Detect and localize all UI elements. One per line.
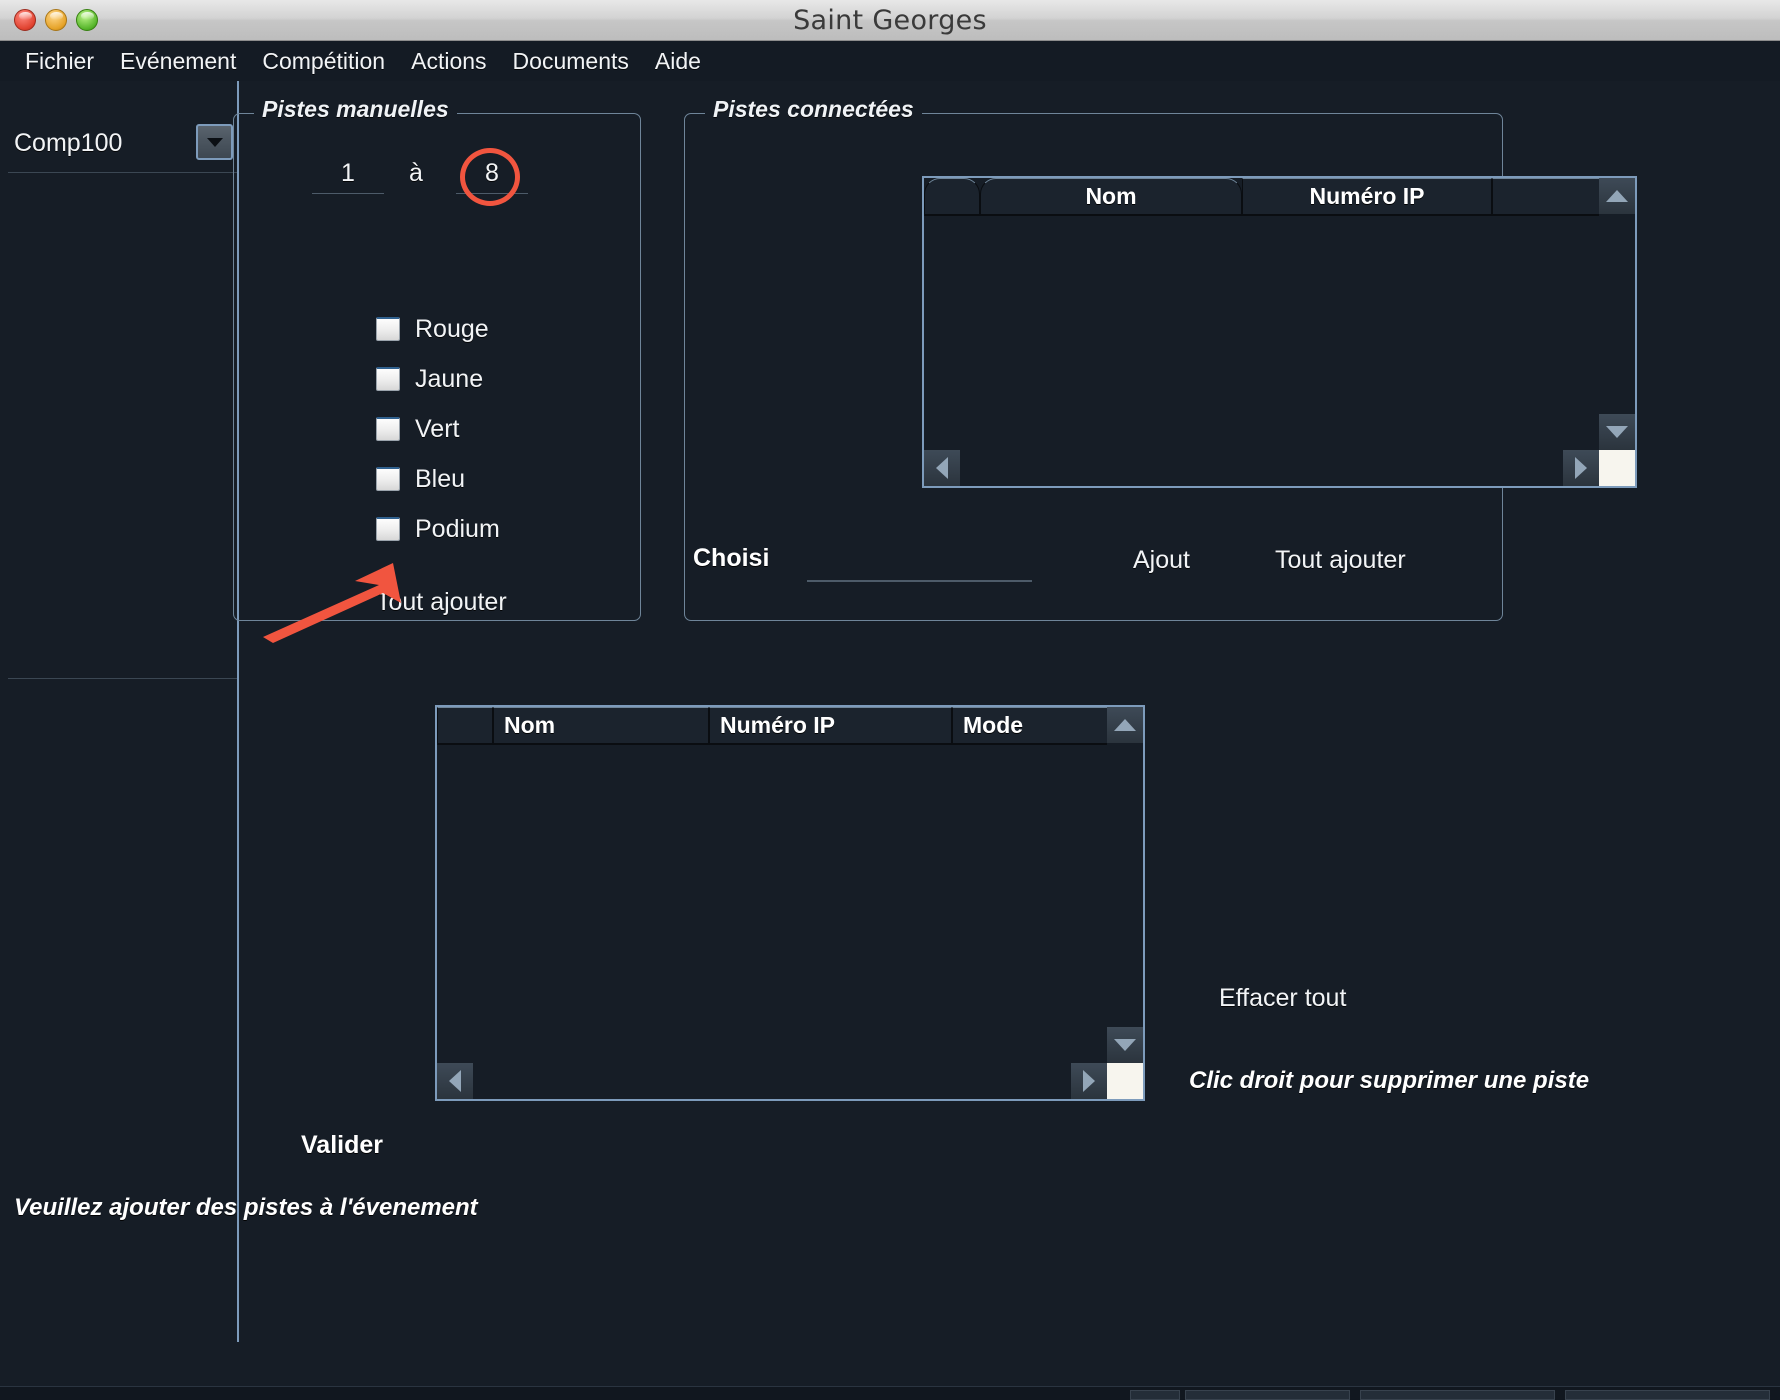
tracks-col-ip[interactable]: Numéro IP — [709, 707, 952, 744]
checkbox-row-bleu[interactable]: Bleu — [376, 454, 500, 504]
connected-table-body — [924, 216, 1635, 448]
strip-segment-1 — [1130, 1390, 1180, 1400]
checkbox-label-podium: Podium — [415, 514, 500, 543]
sidebar-divider-top — [8, 172, 237, 173]
range-to-input[interactable]: 8 — [456, 154, 528, 194]
connected-horizontal-scrollbar[interactable] — [924, 450, 1599, 486]
strip-segment-2 — [1185, 1390, 1350, 1400]
menu-item-actions[interactable]: Actions — [398, 41, 499, 81]
checkbox-label-jaune: Jaune — [415, 364, 484, 393]
menu-item-documents[interactable]: Documents — [500, 41, 642, 81]
menu-item-evenement[interactable]: Evénement — [107, 41, 249, 81]
connected-col-select[interactable] — [924, 178, 980, 215]
connected-vertical-scrollbar[interactable] — [1599, 178, 1635, 486]
checkbox-podium[interactable] — [376, 517, 400, 541]
scrollbar-corner — [1107, 1063, 1143, 1099]
checkbox-jaune[interactable] — [376, 367, 400, 391]
checkbox-row-podium[interactable]: Podium — [376, 504, 500, 554]
tracks-horizontal-scrollbar[interactable] — [437, 1063, 1107, 1099]
sidebar-divider-bottom — [8, 678, 237, 679]
tracks-table: Nom Numéro IP Mode — [435, 705, 1145, 1101]
tracks-table-header: Nom Numéro IP Mode — [437, 707, 1143, 745]
connected-tracks-table: Nom Numéro IP — [922, 176, 1637, 488]
menu-item-fichier[interactable]: Fichier — [12, 41, 107, 81]
manual-add-all-button[interactable]: Tout ajouter — [376, 588, 507, 617]
manual-tracks-range: 1 à 8 — [234, 154, 642, 214]
connected-table-header: Nom Numéro IP — [924, 178, 1635, 216]
menu-bar: Fichier Evénement Compétition Actions Do… — [0, 41, 1780, 81]
connected-col-nom[interactable]: Nom — [980, 178, 1242, 215]
scroll-down-icon[interactable] — [1107, 1027, 1143, 1063]
checkbox-label-vert: Vert — [415, 414, 460, 443]
tracks-col-nom[interactable]: Nom — [493, 707, 709, 744]
checkbox-row-vert[interactable]: Vert — [376, 404, 500, 454]
window-title: Saint Georges — [793, 5, 987, 36]
scroll-right-icon[interactable] — [1563, 450, 1599, 486]
scroll-up-icon[interactable] — [1107, 707, 1143, 743]
sidebar: Comp100 — [0, 81, 237, 1342]
clear-all-button[interactable]: Effacer tout — [1219, 984, 1346, 1013]
scroll-right-icon[interactable] — [1071, 1063, 1107, 1099]
chosen-label: Choisi — [693, 544, 770, 572]
competition-selector-value: Comp100 — [14, 129, 123, 157]
connected-tracks-title: Pistes connectées — [705, 96, 922, 123]
strip-segment-4 — [1565, 1390, 1770, 1400]
scroll-up-icon[interactable] — [1599, 178, 1635, 214]
range-from-input[interactable]: 1 — [312, 154, 384, 194]
checkbox-label-rouge: Rouge — [415, 314, 489, 343]
range-separator-label: à — [409, 159, 423, 187]
validate-button[interactable]: Valider — [301, 1131, 383, 1160]
scrollbar-corner — [1599, 450, 1635, 486]
chosen-input[interactable] — [807, 580, 1032, 582]
checkbox-label-bleu: Bleu — [415, 464, 466, 493]
checkbox-row-rouge[interactable]: Rouge — [376, 304, 500, 354]
tracks-table-body — [437, 745, 1143, 1061]
right-click-hint: Clic droit pour supprimer une piste — [1189, 1067, 1590, 1094]
connected-col-ip[interactable]: Numéro IP — [1242, 178, 1492, 215]
application-window: Saint Georges Fichier Evénement Compétit… — [0, 0, 1780, 1400]
scroll-left-icon[interactable] — [924, 450, 960, 486]
checkbox-rouge[interactable] — [376, 317, 400, 341]
scroll-down-icon[interactable] — [1599, 414, 1635, 450]
tracks-col-select[interactable] — [437, 707, 493, 744]
competition-selector[interactable]: Comp100 — [0, 121, 237, 171]
checkbox-row-jaune[interactable]: Jaune — [376, 354, 500, 404]
chevron-down-icon[interactable] — [196, 124, 233, 160]
bottom-status-strip — [0, 1386, 1780, 1400]
manual-tracks-options: Rouge Jaune Vert Bleu Podium — [376, 304, 500, 554]
main-content: Pistes manuelles 1 à 8 Rouge Jaune Vert — [233, 81, 1780, 1342]
connected-tracks-group: Pistes connectées Nom Numéro IP Choisi A… — [684, 96, 1637, 621]
checkbox-vert[interactable] — [376, 417, 400, 441]
strip-segment-3 — [1360, 1390, 1555, 1400]
menu-item-competition[interactable]: Compétition — [249, 41, 398, 81]
add-button[interactable]: Ajout — [1133, 546, 1190, 575]
scroll-left-icon[interactable] — [437, 1063, 473, 1099]
tracks-vertical-scrollbar[interactable] — [1107, 707, 1143, 1099]
status-message: Veuillez ajouter des pistes à l'évenemen… — [14, 1194, 478, 1221]
manual-tracks-title: Pistes manuelles — [254, 96, 457, 123]
manual-tracks-group: Pistes manuelles 1 à 8 Rouge Jaune Vert — [233, 96, 642, 621]
checkbox-bleu[interactable] — [376, 467, 400, 491]
menu-item-aide[interactable]: Aide — [642, 41, 714, 81]
connected-add-all-button[interactable]: Tout ajouter — [1275, 546, 1406, 575]
window-titlebar: Saint Georges — [0, 0, 1780, 41]
